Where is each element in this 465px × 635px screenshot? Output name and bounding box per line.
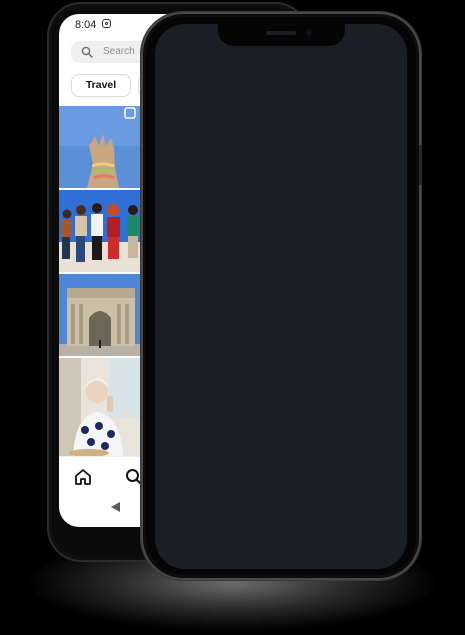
photo-group-sitting[interactable] [59,190,141,272]
back-icon[interactable] [111,502,120,512]
camera-icon [305,29,313,37]
iphone-notch [218,24,345,46]
chip-travel[interactable]: Travel [71,74,131,97]
iphone-screen [155,24,407,569]
photo-woman-eating[interactable] [59,358,141,456]
search-icon [81,46,93,58]
side-button [419,145,422,185]
search-placeholder: Search [103,46,135,57]
instagram-icon [102,19,111,28]
home-icon[interactable] [74,468,92,486]
photo-arch-monument[interactable] [59,274,141,356]
speaker-grille [266,31,296,35]
photo-hand-sculpture[interactable] [59,106,141,188]
status-time: 8:04 [75,19,97,31]
